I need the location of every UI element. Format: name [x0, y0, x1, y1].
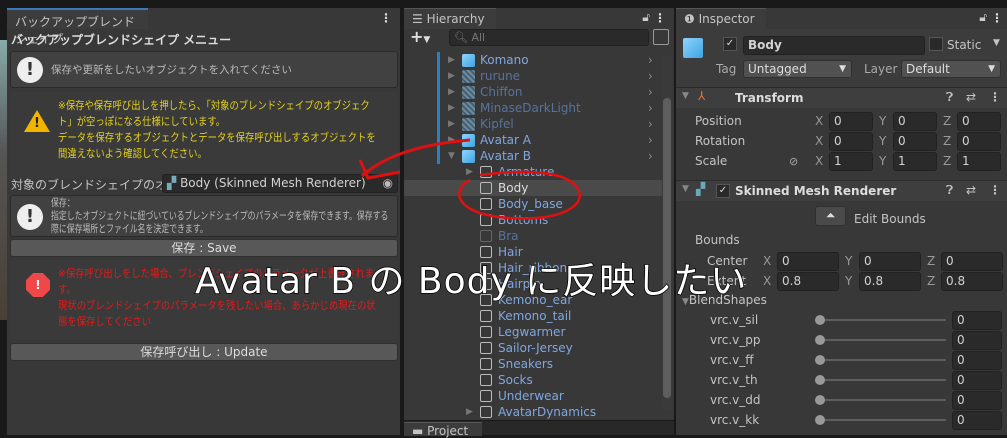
overlay-caption: Avatar B の Body に反映したい	[194, 260, 748, 303]
red-annotation	[358, 138, 581, 220]
